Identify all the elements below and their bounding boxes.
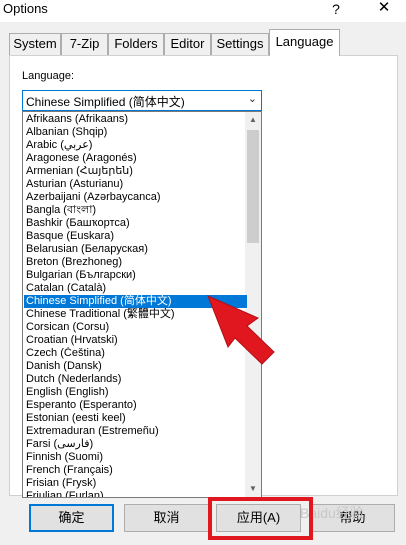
annotation-arrow-icon	[207, 295, 275, 365]
